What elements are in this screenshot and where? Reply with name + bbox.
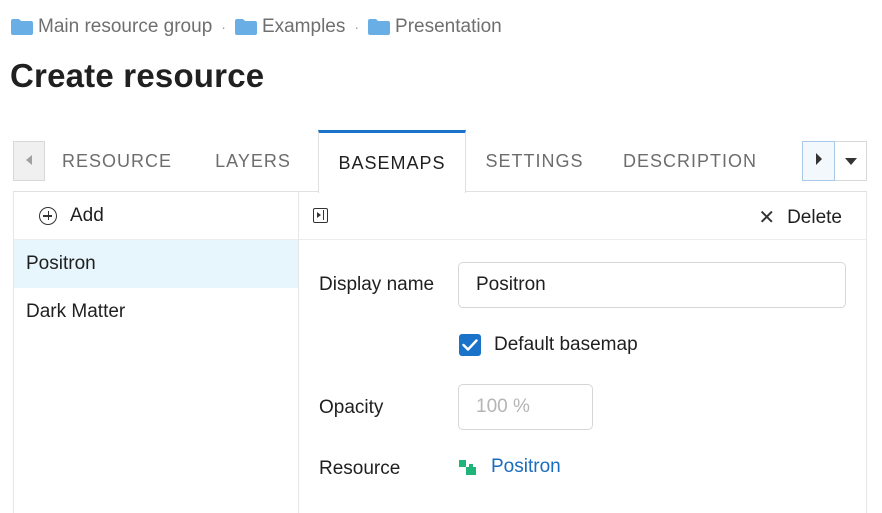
close-icon: ✕ — [758, 207, 776, 229]
display-name-label: Display name — [319, 274, 435, 295]
page-title: Create resource — [10, 57, 265, 94]
opacity-input[interactable]: 100 % — [458, 384, 593, 430]
default-basemap-label: Default basemap — [494, 334, 638, 355]
panel-toggle-icon[interactable] — [313, 208, 328, 223]
add-basemap-button[interactable]: Add — [14, 192, 298, 240]
breadcrumb-item-main-resource-group[interactable]: Main resource group — [11, 16, 212, 38]
folder-icon — [11, 19, 33, 35]
caret-left-icon — [25, 152, 33, 170]
breadcrumb-label: Main resource group — [38, 16, 213, 37]
tab-description[interactable]: DESCRIPTION — [603, 130, 777, 192]
delete-label: Delete — [787, 206, 842, 228]
breadcrumb-separator: · — [354, 19, 360, 35]
basemap-editor-panel: ✕ Delete Display name Positron Default b… — [299, 192, 867, 513]
tab-settings[interactable]: SETTINGS — [466, 130, 603, 192]
breadcrumb-label: Presentation — [395, 16, 502, 37]
tab-scroll-left-button[interactable] — [13, 141, 45, 181]
tab-resource[interactable]: RESOURCE — [46, 130, 188, 192]
folder-icon — [234, 19, 257, 35]
folder-icon — [368, 19, 391, 35]
display-name-input[interactable]: Positron — [458, 262, 846, 308]
breadcrumb-item-examples[interactable]: Examples — [234, 16, 346, 38]
chevron-down-icon — [844, 152, 857, 170]
default-basemap-checkbox[interactable] — [459, 334, 481, 356]
breadcrumb-separator: · — [221, 19, 226, 35]
default-basemap-checkbox-row[interactable]: Default basemap — [459, 334, 638, 356]
tab-layers[interactable]: LAYERS — [188, 130, 318, 192]
add-label: Add — [70, 204, 104, 226]
basemap-list-panel: Add Positron Dark Matter — [13, 192, 299, 513]
breadcrumb-label: Examples — [261, 16, 346, 37]
editor-toolbar: ✕ Delete — [299, 192, 866, 240]
basemap-list-item-dark-matter[interactable]: Dark Matter — [14, 288, 298, 336]
breadcrumb: Main resource group · Examples · Present… — [11, 16, 502, 38]
caret-right-icon — [815, 152, 823, 170]
breadcrumb-item-presentation[interactable]: Presentation — [368, 16, 502, 38]
check-icon — [462, 339, 478, 351]
tab-bar: RESOURCE LAYERS BASEMAPS SETTINGS DESCRI… — [13, 130, 867, 193]
basemap-list-item-positron[interactable]: Positron — [14, 240, 298, 288]
tab-basemaps[interactable]: BASEMAPS — [318, 130, 466, 193]
tab-scroll-right-button[interactable] — [802, 141, 835, 181]
resource-link-label: Positron — [491, 456, 561, 477]
tab-overflow-menu-button[interactable] — [835, 141, 867, 181]
resource-link[interactable]: Positron — [459, 456, 561, 478]
opacity-label: Opacity — [319, 397, 384, 418]
resource-label: Resource — [319, 458, 401, 479]
basemap-resource-icon — [459, 459, 476, 475]
plus-circle-icon — [39, 206, 57, 225]
delete-button[interactable]: ✕ Delete — [758, 205, 842, 230]
